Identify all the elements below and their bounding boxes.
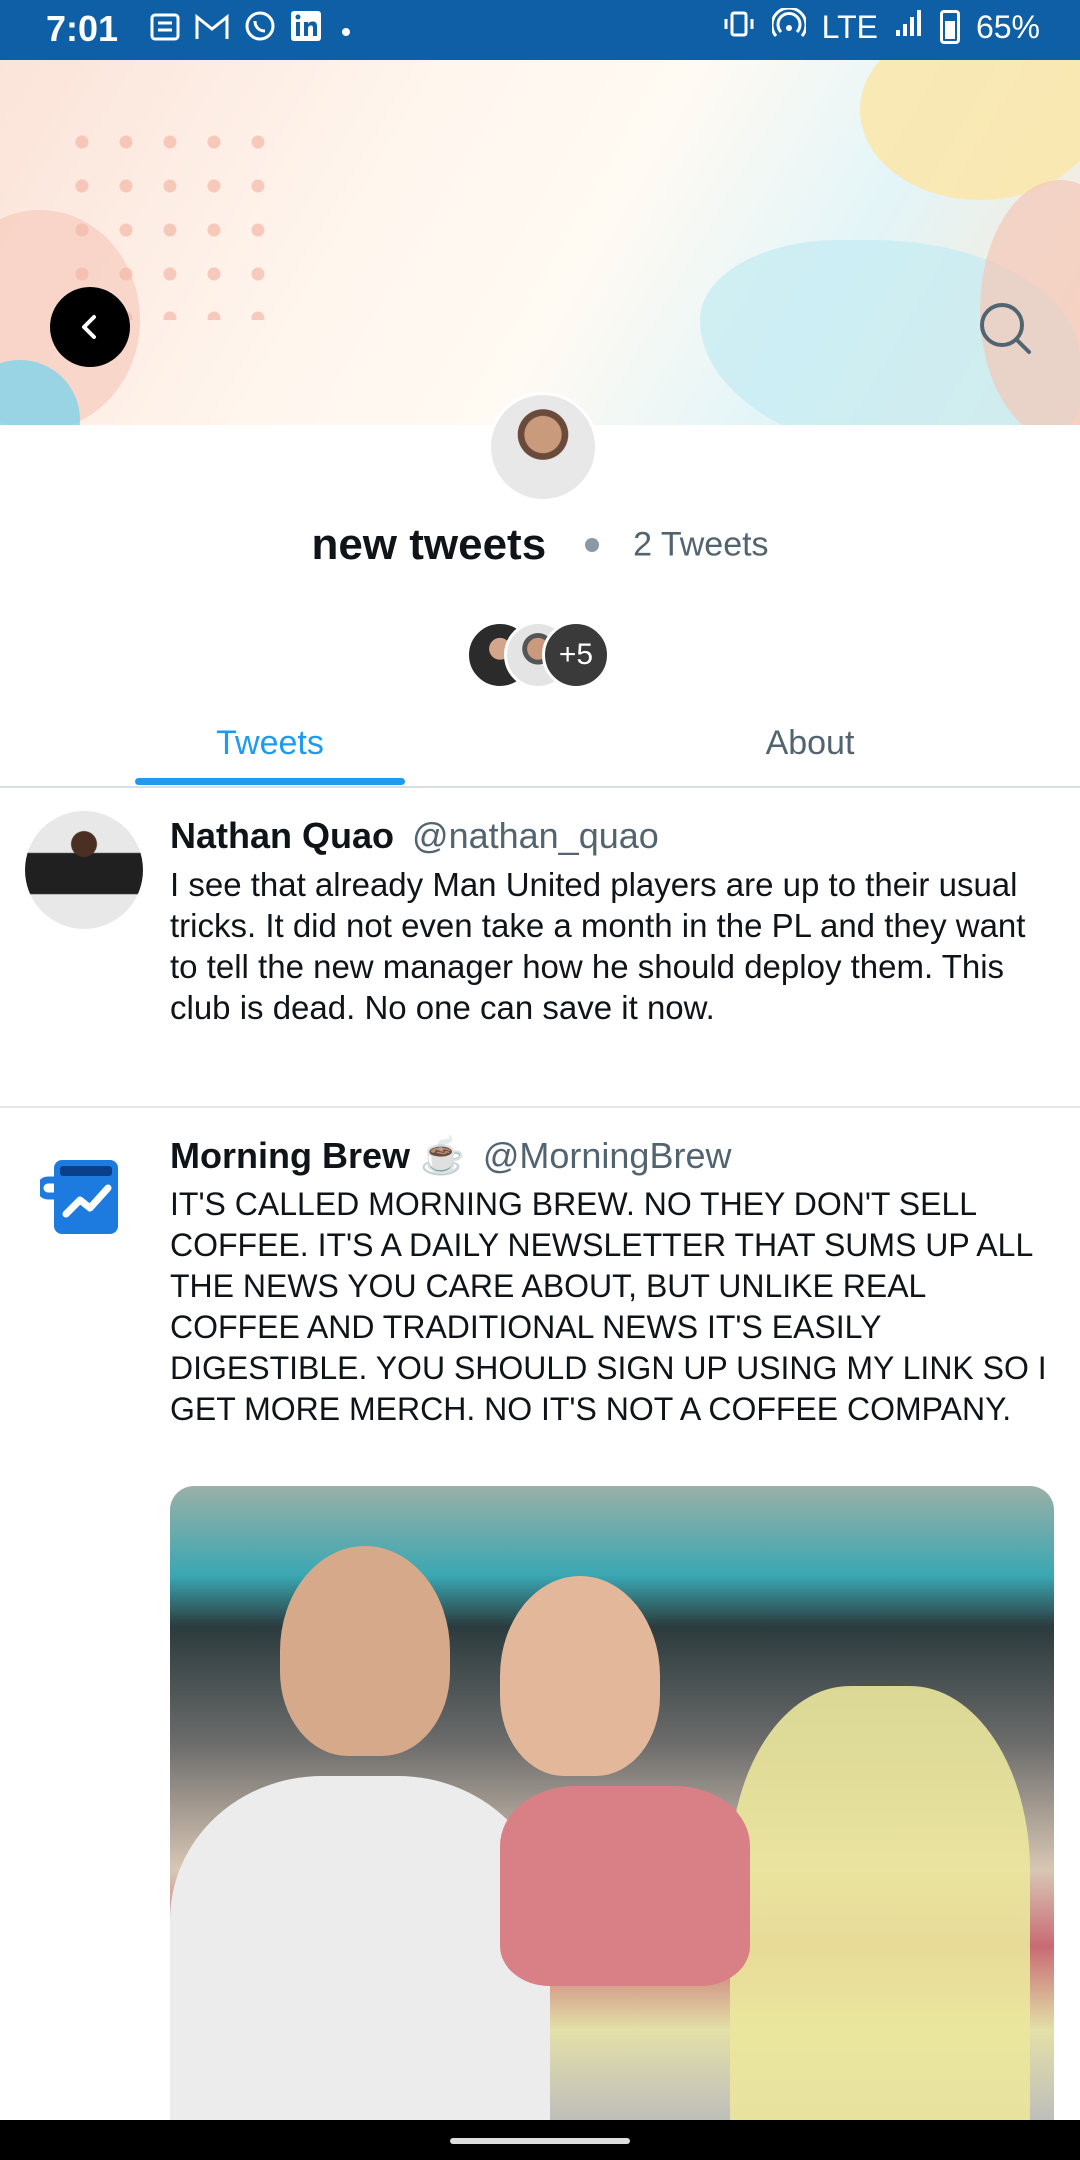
- tweet-author-avatar[interactable]: [36, 1150, 130, 1240]
- tweet-body: Morning Brew ☕ @MorningBrew IT'S CALLED …: [170, 1134, 1054, 1430]
- search-button[interactable]: [975, 298, 1035, 358]
- tweet-header: Nathan Quao @nathan_quao: [170, 814, 1054, 858]
- message-icon: [150, 12, 180, 52]
- hotspot-icon: [770, 6, 808, 46]
- vibrate-icon: [722, 9, 756, 46]
- chevron-left-icon: [82, 315, 96, 339]
- home-gesture-handle[interactable]: [450, 2138, 630, 2144]
- gmail-icon: [194, 12, 230, 52]
- tweet-count: 2 Tweets: [633, 525, 769, 564]
- signal-icon: [894, 8, 924, 46]
- tweet-body: Nathan Quao @nathan_quao I see that alre…: [170, 814, 1054, 1028]
- network-type: LTE: [821, 8, 878, 45]
- list-members[interactable]: +5: [466, 621, 616, 693]
- separator-dot: [584, 538, 599, 552]
- tweet-header: Morning Brew ☕ @MorningBrew: [170, 1134, 1054, 1178]
- tweet-author-avatar[interactable]: [25, 811, 143, 929]
- tweet-text: I see that already Man United players ar…: [170, 866, 1026, 1026]
- battery-icon: [939, 10, 960, 44]
- system-nav-bar: [0, 2120, 1080, 2160]
- status-time: 7:01: [46, 8, 119, 49]
- tweet-text: IT'S CALLED MORNING BREW. NO THEY DON'T …: [170, 1186, 1047, 1427]
- list-name: new tweets: [311, 520, 547, 569]
- tweet-author-handle[interactable]: @MorningBrew: [483, 1135, 732, 1176]
- whatsapp-icon: [244, 10, 276, 53]
- search-icon: [980, 303, 1031, 354]
- tweet[interactable]: Nathan Quao @nathan_quao I see that alre…: [0, 788, 1080, 1108]
- tweet-author-handle[interactable]: @nathan_quao: [412, 815, 659, 856]
- more-notifications-dot: [342, 27, 350, 36]
- tab-about[interactable]: About: [540, 700, 1080, 786]
- system-icons: LTE 65%: [722, 6, 1040, 46]
- battery-percent: 65%: [975, 8, 1040, 45]
- linkedin-icon: [290, 10, 322, 53]
- list-owner-avatar[interactable]: [488, 392, 598, 502]
- mug-logo-icon: [36, 1160, 118, 1234]
- tab-bar: Tweets About: [0, 700, 1080, 788]
- tweet[interactable]: Morning Brew ☕ @MorningBrew IT'S CALLED …: [0, 1108, 1080, 2126]
- more-members-badge: +5: [542, 621, 610, 689]
- back-button[interactable]: [50, 287, 130, 367]
- list-banner: [0, 60, 1080, 425]
- status-bar: 7:01 LTE 65%: [0, 0, 1080, 60]
- list-title-row: new tweets 2 Tweets: [0, 520, 1080, 570]
- tweet-author-name[interactable]: Nathan Quao: [170, 815, 394, 856]
- notification-icons: [150, 10, 350, 53]
- tweet-author-name[interactable]: Morning Brew ☕: [170, 1135, 465, 1176]
- tab-tweets[interactable]: Tweets: [0, 700, 540, 786]
- active-tab-indicator: [135, 778, 405, 785]
- tweet-media-image[interactable]: [170, 1486, 1054, 2126]
